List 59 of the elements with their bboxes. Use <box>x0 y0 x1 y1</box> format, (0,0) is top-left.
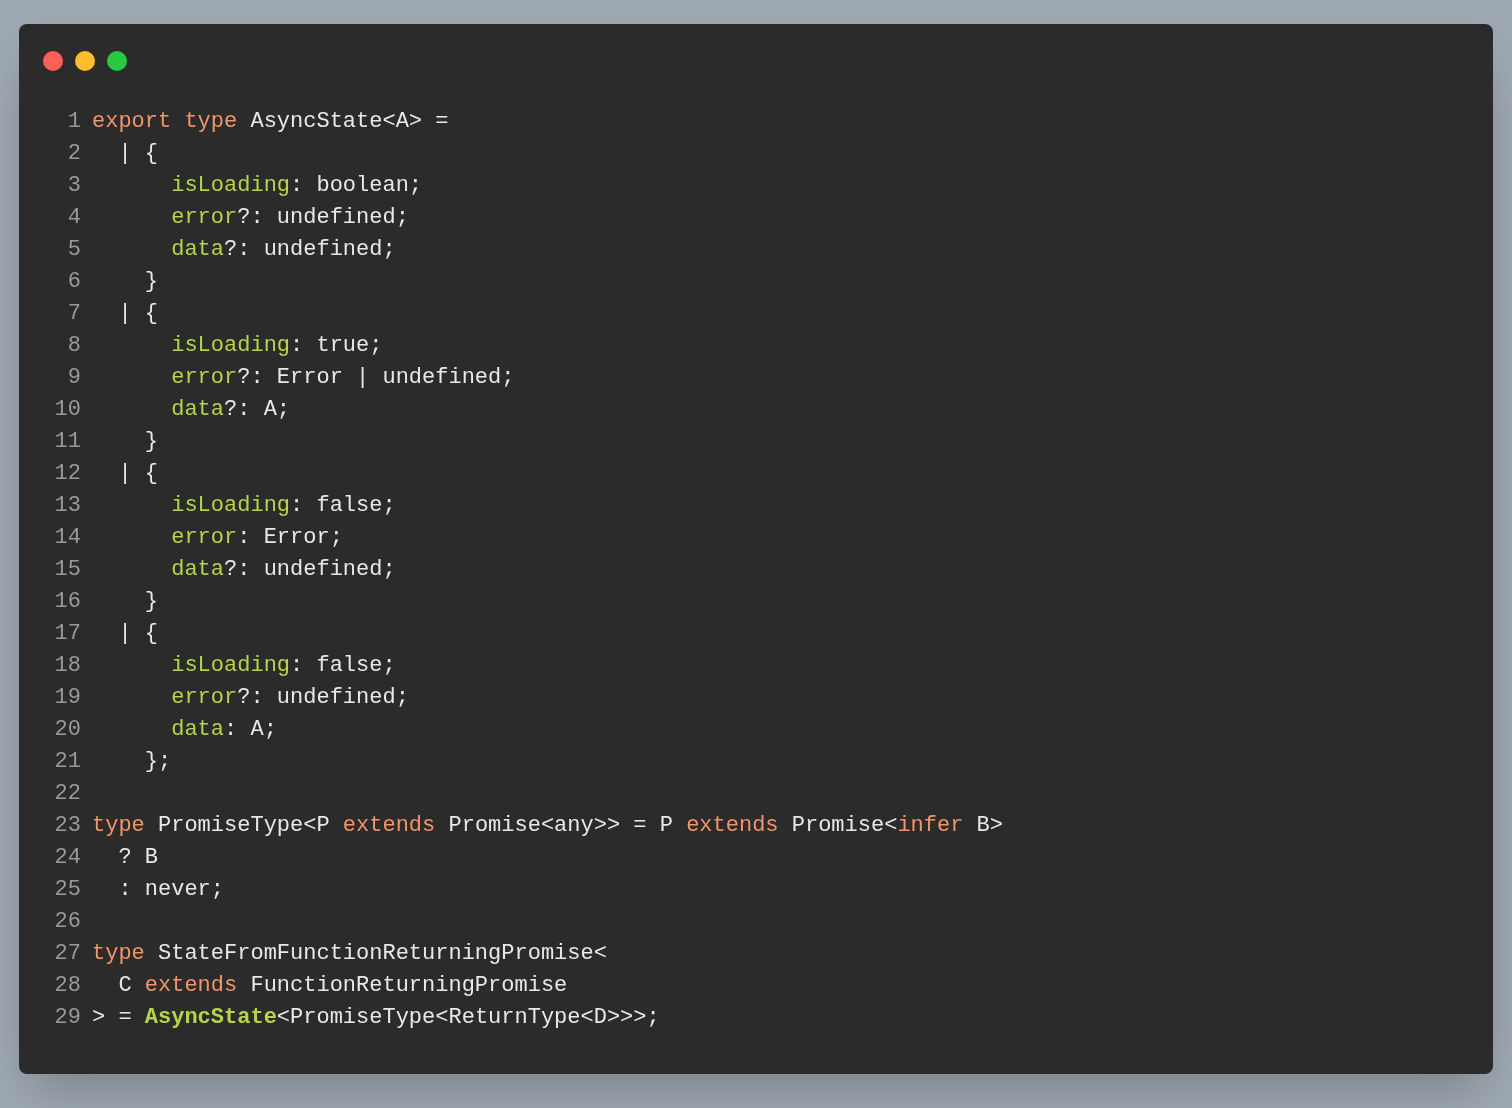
code-line: export type AsyncState<A> = <box>92 108 449 136</box>
code-line: isLoading: false; <box>170 492 396 520</box>
line-number: 15 <box>53 556 81 584</box>
maximize-icon[interactable] <box>107 51 127 71</box>
code-line: type PromiseType<P extends Promise<any>> = P extends Promise<infer B> <box>92 812 1003 840</box>
code-line: type StateFromFunctionReturningPromise< <box>92 940 607 968</box>
line-number: 27 <box>53 940 81 968</box>
line-number: 3 <box>66 172 81 200</box>
code-line: | { <box>117 460 158 488</box>
line-number: 28 <box>53 972 81 1000</box>
line-number: 22 <box>53 780 81 808</box>
line-number: 14 <box>53 524 81 552</box>
code-line: error?: Error | undefined; <box>170 364 515 392</box>
line-number: 2 <box>66 140 81 168</box>
line-number: 10 <box>53 396 81 424</box>
line-number: 6 <box>66 268 81 296</box>
line-number: 7 <box>66 300 81 328</box>
code-line: } <box>143 588 158 616</box>
line-number: 29 <box>53 1004 81 1032</box>
code-line: error: Error; <box>170 524 343 552</box>
close-icon[interactable] <box>43 51 63 71</box>
line-number: 19 <box>53 684 81 712</box>
line-number: 23 <box>53 812 81 840</box>
code-line: isLoading: boolean; <box>170 172 423 200</box>
line-number: 8 <box>66 332 81 360</box>
line-number: 18 <box>53 652 81 680</box>
line-number: 11 <box>53 428 81 456</box>
line-number: 26 <box>53 908 81 936</box>
line-number: 21 <box>53 748 81 776</box>
line-number: 9 <box>66 364 81 392</box>
code-line: isLoading: false; <box>170 652 396 680</box>
line-number: 17 <box>53 620 81 648</box>
code-line: > = AsyncState<PromiseType<ReturnType<D>>>; <box>92 1004 660 1032</box>
code-line: | { <box>117 140 158 168</box>
line-number: 4 <box>66 204 81 232</box>
line-number: 20 <box>53 716 81 744</box>
code-line: } <box>143 428 158 456</box>
code-line: ? B <box>117 844 158 872</box>
minimize-icon[interactable] <box>75 51 95 71</box>
code-line: } <box>143 268 158 296</box>
code-line: data?: A; <box>170 396 291 424</box>
line-number: 24 <box>53 844 81 872</box>
code-line: C extends FunctionReturningPromise <box>117 972 568 1000</box>
code-line: data?: undefined; <box>170 556 396 584</box>
line-number: 16 <box>53 588 81 616</box>
code-line: data: A; <box>170 716 277 744</box>
line-number: 1 <box>66 108 81 136</box>
code-line: | { <box>117 300 158 328</box>
code-line: | { <box>117 620 158 648</box>
code-line: : never; <box>117 876 225 904</box>
code-line: isLoading: true; <box>170 332 383 360</box>
code-line: error?: undefined; <box>170 204 409 232</box>
code-line: data?: undefined; <box>170 236 396 264</box>
line-number: 5 <box>66 236 81 264</box>
line-number: 13 <box>53 492 81 520</box>
line-number: 25 <box>53 876 81 904</box>
code-line: error?: undefined; <box>170 684 409 712</box>
line-number: 12 <box>53 460 81 488</box>
code-line: }; <box>143 748 172 776</box>
